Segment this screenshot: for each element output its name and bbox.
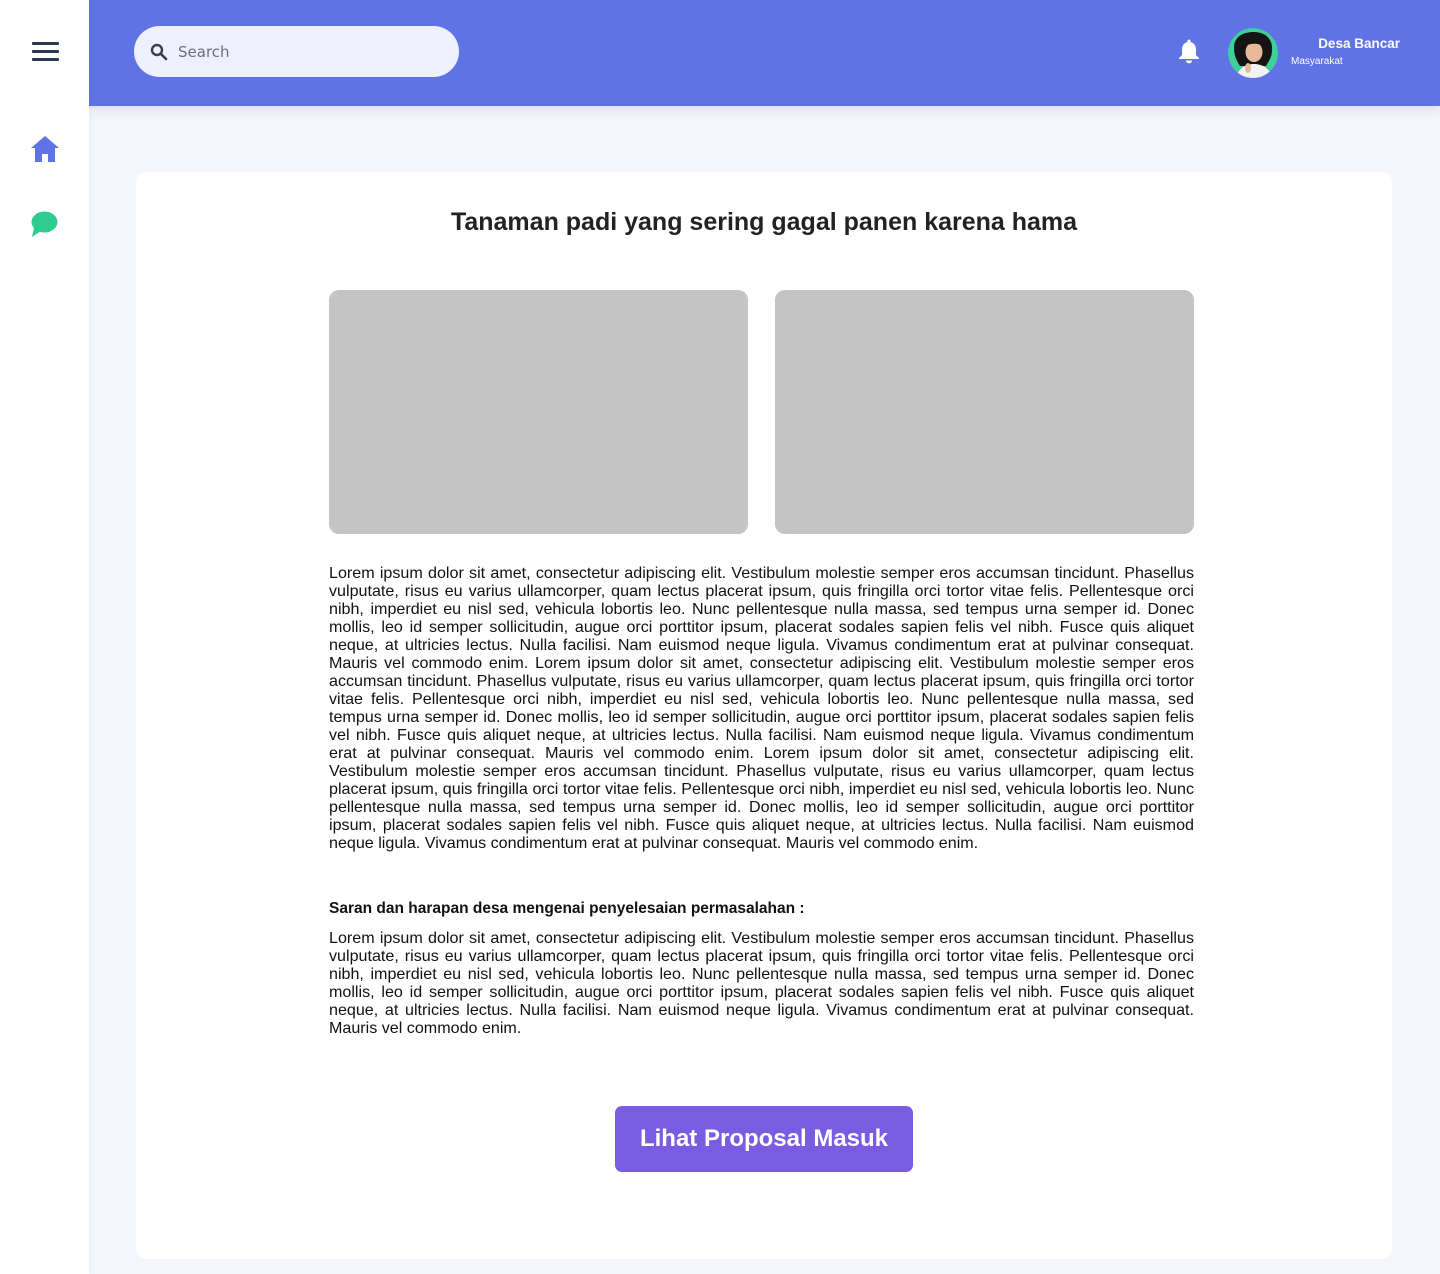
user-role: Masyarakat: [1291, 56, 1343, 67]
suggestion-text: Lorem ipsum dolor sit amet, consectetur …: [329, 929, 1194, 1037]
content-card: Tanaman padi yang sering gagal panen kar…: [136, 172, 1392, 1259]
problem-description: Lorem ipsum dolor sit amet, consectetur …: [329, 564, 1194, 852]
avatar[interactable]: [1228, 28, 1278, 78]
bell-icon[interactable]: [1178, 38, 1200, 64]
view-proposals-button[interactable]: Lihat Proposal Masuk: [615, 1106, 913, 1172]
top-bar: Desa Bancar Masyarakat: [89, 0, 1440, 106]
image-placeholder-2: [775, 290, 1194, 534]
home-icon[interactable]: [29, 133, 61, 165]
search-input[interactable]: [178, 42, 428, 61]
search-bar[interactable]: [134, 26, 459, 77]
page-title: Tanaman padi yang sering gagal panen kar…: [450, 208, 1078, 236]
suggestion-heading: Saran dan harapan desa mengenai penyeles…: [329, 900, 805, 917]
image-placeholder-1: [329, 290, 748, 534]
hamburger-menu-icon[interactable]: [32, 42, 59, 62]
sidebar: [0, 0, 89, 1274]
user-name: Desa Bancar: [1318, 36, 1400, 51]
chat-bubble-icon[interactable]: [29, 209, 61, 241]
search-icon: [150, 43, 168, 60]
